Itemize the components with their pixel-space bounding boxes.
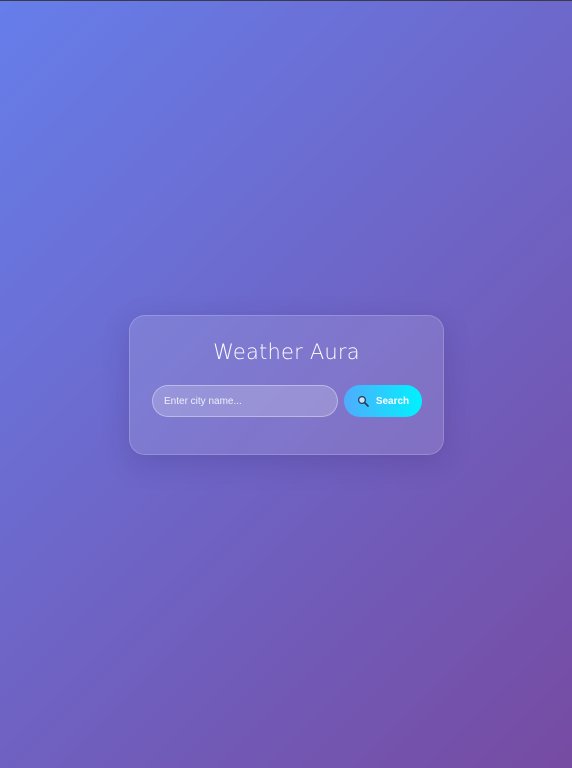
city-search-input[interactable] xyxy=(152,385,338,417)
search-button[interactable]: Search xyxy=(344,385,422,417)
window-top-border xyxy=(0,0,572,1)
search-icon xyxy=(357,395,369,407)
search-button-label: Search xyxy=(375,395,410,407)
weather-search-card: Weather Aura Search xyxy=(129,315,444,455)
app-title: Weather Aura xyxy=(213,340,360,364)
search-bar: Search xyxy=(152,385,423,417)
